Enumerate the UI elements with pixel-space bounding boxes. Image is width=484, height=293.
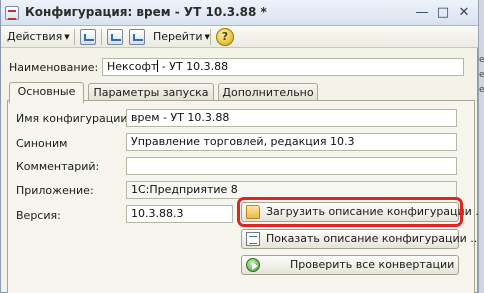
configuration-window: Конфигурация: врем - УТ 10.3.88 * — □ ✕ … [0,0,484,293]
toolbar-separator [101,29,102,45]
goto-menu-label: Перейти [153,30,203,43]
save-and-close-icon[interactable] [80,29,96,45]
toolbar-separator [74,29,75,45]
synonym-field[interactable]: Управление торговлей, редакция 10.3 [126,133,457,151]
actions-menu-label: Действия [7,30,63,43]
comment-field[interactable] [126,157,457,175]
window-title: Конфигурация: врем - УТ 10.3.88 * [25,5,267,19]
refresh-icon[interactable] [107,29,123,45]
comment-label: Комментарий: [16,160,100,173]
document-icon [246,232,260,246]
show-description-button[interactable]: Показать описание конфигурации ... [241,229,481,249]
show-description-label: Показать описание конфигурации ... [266,232,481,245]
run-icon [246,258,260,272]
name-value-after-caret: - УТ 10.3.88 [158,60,229,73]
version-field[interactable]: 10.3.88.3 [126,205,233,223]
actions-menu-button[interactable]: Действия ▼ [7,28,70,46]
help-icon[interactable]: ? [216,28,234,46]
config-name-label: Имя конфигурации: [16,112,132,125]
background-text-fragment: е 8 [479,85,484,95]
minimize-icon[interactable]: — [413,4,431,21]
toolbar-separator [210,29,211,45]
check-conversions-button[interactable]: Проверить все конвертации [241,255,459,275]
application-label: Приложение: [16,184,94,197]
goto-menu-button[interactable]: Перейти ▼ [153,28,210,46]
synonym-label: Синоним [16,137,68,150]
version-label: Версия: [16,209,61,222]
check-conversions-label: Проверить все конвертации [290,258,455,271]
close-icon[interactable]: ✕ [455,4,473,21]
background-text-fragment: е 8 [479,70,484,80]
tab-main[interactable]: Основные [9,82,84,103]
red-highlight-frame [237,197,463,227]
tab-additional[interactable]: Дополнительно [218,83,318,101]
background-text-fragment: е 8 [479,55,484,65]
configuration-app-icon [5,6,19,20]
toolbar: Действия ▼ Перейти ▼ ? [1,26,479,48]
config-name-field[interactable]: врем - УТ 10.3.88 [126,109,457,127]
name-value-before-caret: Нексофт [107,60,158,73]
title-bar[interactable]: Конфигурация: врем - УТ 10.3.88 * — □ ✕ [1,0,479,26]
maximize-icon[interactable]: □ [434,4,452,21]
name-label: Наименование: [9,61,99,74]
structure-icon[interactable] [129,29,145,45]
background-window-edge [478,0,484,293]
dropdown-arrow-icon: ▼ [64,33,70,41]
name-input[interactable]: Нексофт - УТ 10.3.88 [102,58,464,76]
tab-launch-parameters[interactable]: Параметры запуска [88,83,214,101]
